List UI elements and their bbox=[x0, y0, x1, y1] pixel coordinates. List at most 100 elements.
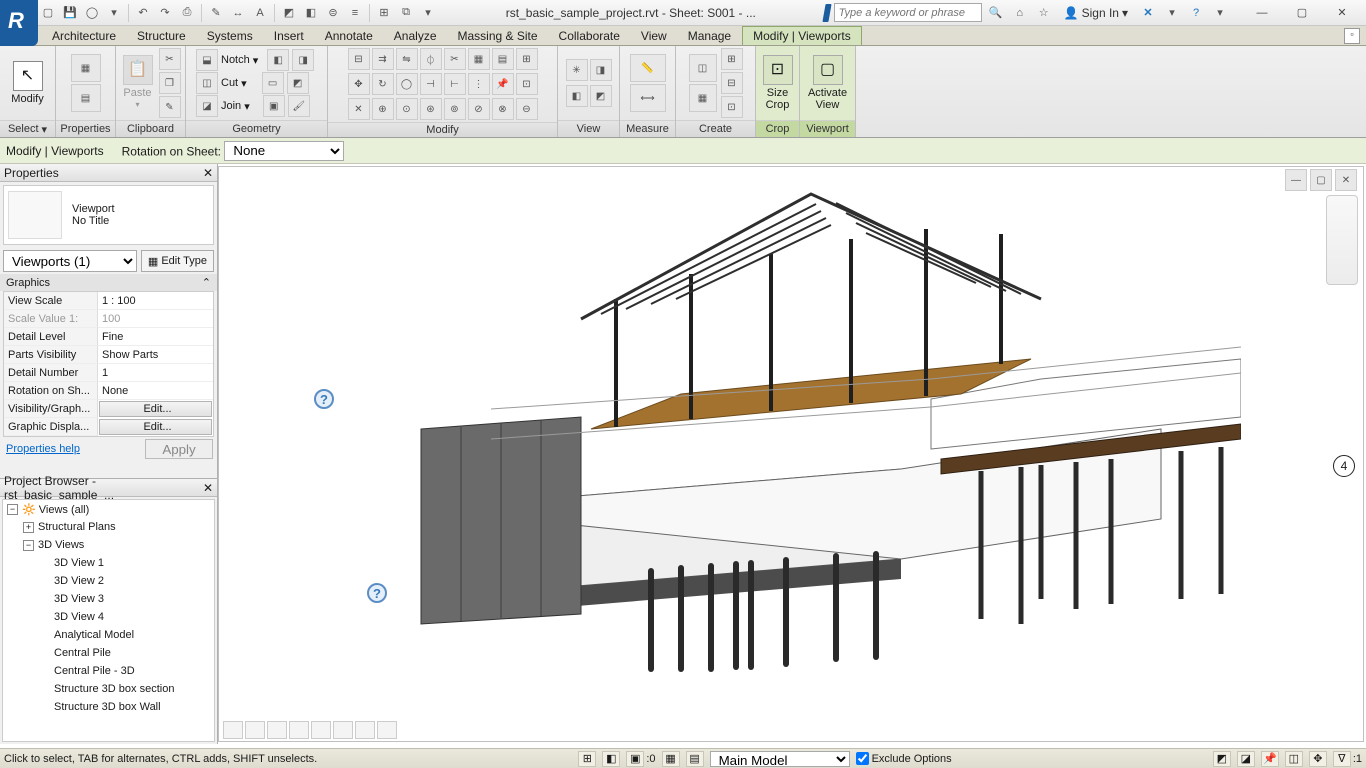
rotation-select[interactable]: None bbox=[224, 141, 344, 161]
ex5-icon[interactable]: ⊘ bbox=[468, 98, 490, 120]
prop-value[interactable]: None bbox=[98, 382, 213, 400]
unpin-icon[interactable]: ⊡ bbox=[516, 73, 538, 95]
trim-ext-icon[interactable]: ⊣ bbox=[420, 73, 442, 95]
mdi-min-icon[interactable]: — bbox=[1285, 169, 1307, 191]
filter-icon[interactable]: ∇ bbox=[1333, 751, 1351, 767]
beam-join-icon[interactable]: ▣ bbox=[263, 95, 285, 117]
expand-icon[interactable]: + bbox=[23, 522, 34, 533]
properties-top-button[interactable]: ▦ bbox=[71, 54, 101, 82]
mdi-close-icon[interactable]: ✕ bbox=[1335, 169, 1357, 191]
cut-geom-button[interactable]: ◫Cut ▾ ▭◩ bbox=[192, 73, 313, 94]
collapse-icon[interactable]: − bbox=[7, 504, 18, 515]
tree-item[interactable]: 3D View 2 bbox=[54, 575, 104, 587]
tree-item[interactable]: 3D View 4 bbox=[54, 611, 104, 623]
minimize-button[interactable]: — bbox=[1242, 2, 1282, 24]
ribbon-tab-annotate[interactable]: Annotate bbox=[315, 26, 384, 45]
v3-icon[interactable]: ◧ bbox=[566, 85, 588, 107]
crop-icon[interactable] bbox=[333, 721, 353, 739]
ribbon-tab-architecture[interactable]: Architecture bbox=[42, 26, 127, 45]
rotate-icon[interactable]: ↻ bbox=[372, 73, 394, 95]
drag-icon[interactable]: ✥ bbox=[1309, 751, 1327, 767]
design-options-icon[interactable]: ▦ bbox=[662, 751, 680, 767]
shadows-icon[interactable] bbox=[311, 721, 331, 739]
visual-style-icon[interactable] bbox=[267, 721, 287, 739]
comm-icon[interactable]: ⌂ bbox=[1010, 3, 1030, 23]
close-hidden-icon[interactable]: ⊞ bbox=[374, 3, 394, 23]
ribbon-tab-collaborate[interactable]: Collaborate bbox=[549, 26, 631, 45]
ribbon-tab-view[interactable]: View bbox=[631, 26, 678, 45]
cope-icon[interactable]: ◧ bbox=[267, 49, 289, 71]
editable-only-icon[interactable]: ◧ bbox=[602, 751, 620, 767]
paste-button[interactable]: 📋Paste▾ bbox=[121, 50, 155, 116]
trim-ext2-icon[interactable]: ⊢ bbox=[444, 73, 466, 95]
exclude-options-checkbox[interactable]: Exclude Options bbox=[856, 752, 952, 765]
copy-mod-icon[interactable]: ◯ bbox=[396, 73, 418, 95]
tree-item[interactable]: Structure 3D box section bbox=[54, 683, 174, 695]
ex6-icon[interactable]: ⊗ bbox=[492, 98, 514, 120]
wall-open-icon[interactable]: ▭ bbox=[262, 72, 284, 94]
exchange-icon[interactable]: ✕ bbox=[1138, 3, 1158, 23]
dropdown-icon[interactable]: ▾ bbox=[104, 3, 124, 23]
open-icon[interactable]: ▢ bbox=[38, 3, 58, 23]
sun-icon[interactable] bbox=[289, 721, 309, 739]
instance-selector[interactable]: Viewports (1) bbox=[3, 250, 137, 272]
prop-value[interactable]: 1 : 100 bbox=[98, 292, 213, 310]
select-count-icon[interactable]: ▣ bbox=[626, 751, 644, 767]
sel-pinned-icon[interactable]: 📌 bbox=[1261, 751, 1279, 767]
join-button[interactable]: ◪Join ▾ ▣🖌 bbox=[192, 96, 314, 117]
prop-value[interactable]: 1 bbox=[98, 364, 213, 382]
thin-lines-icon[interactable]: ≡ bbox=[345, 3, 365, 23]
undo-icon[interactable]: ↶ bbox=[133, 3, 153, 23]
notch-button[interactable]: ⬓Notch ▾ ◧◨ bbox=[192, 50, 318, 71]
ex4-icon[interactable]: ⊚ bbox=[444, 98, 466, 120]
align-icon[interactable]: ⊟ bbox=[348, 48, 370, 70]
ribbon-expand-icon[interactable]: ▫ bbox=[1344, 28, 1360, 44]
measure-button[interactable]: 📏 bbox=[630, 54, 666, 82]
ribbon-tab-manage[interactable]: Manage bbox=[678, 26, 742, 45]
design-options2-icon[interactable]: ▤ bbox=[686, 751, 704, 767]
ex7-icon[interactable]: ⊖ bbox=[516, 98, 538, 120]
tree-item[interactable]: 🔆 Views (all) bbox=[22, 503, 89, 516]
split-gap-icon[interactable]: ⋮ bbox=[468, 73, 490, 95]
ribbon-tab-massing-site[interactable]: Massing & Site bbox=[448, 26, 549, 45]
level-bubble[interactable]: 4 bbox=[1333, 455, 1355, 477]
tree-item[interactable]: Central Pile - 3D bbox=[54, 665, 135, 677]
close-icon[interactable]: ✕ bbox=[203, 166, 213, 180]
prop-value[interactable]: Fine bbox=[98, 328, 213, 346]
dimension-button[interactable]: ⟷ bbox=[630, 84, 666, 112]
copy-icon[interactable]: ❐ bbox=[159, 72, 181, 94]
family-icon[interactable]: ▦ bbox=[689, 84, 717, 112]
signin-button[interactable]: 👤Sign In▾ bbox=[1058, 6, 1134, 20]
activate-view-button[interactable]: ▢Activate View bbox=[806, 50, 849, 116]
move-icon[interactable]: ✥ bbox=[348, 73, 370, 95]
ribbon-tab-structure[interactable]: Structure bbox=[127, 26, 197, 45]
scale-icon[interactable]: ▤ bbox=[492, 48, 514, 70]
properties-help-link[interactable]: Properties help bbox=[0, 440, 86, 458]
type-preview[interactable]: ViewportNo Title bbox=[3, 185, 214, 245]
edit-type-button[interactable]: ▦ Edit Type bbox=[141, 250, 214, 272]
measure-icon[interactable]: ✎ bbox=[206, 3, 226, 23]
detail-icon[interactable] bbox=[245, 721, 265, 739]
props-group-label[interactable]: Graphics bbox=[6, 277, 50, 289]
ex1-icon[interactable]: ⊕ bbox=[372, 98, 394, 120]
help-icon[interactable]: ? bbox=[1186, 3, 1206, 23]
cut-icon[interactable]: ✂ bbox=[159, 48, 181, 70]
ex2-icon[interactable]: ⊙ bbox=[396, 98, 418, 120]
tree-item[interactable]: Structure 3D box Wall bbox=[54, 701, 161, 713]
prop-value[interactable]: 100 bbox=[98, 310, 213, 328]
ribbon-tab-systems[interactable]: Systems bbox=[197, 26, 264, 45]
modify-tool-button[interactable]: ↖Modify bbox=[7, 50, 49, 116]
section-icon[interactable]: ◧ bbox=[301, 3, 321, 23]
close-icon[interactable]: ✕ bbox=[203, 481, 213, 495]
switch-win-icon[interactable]: ⧉ bbox=[396, 3, 416, 23]
hide-icon[interactable] bbox=[355, 721, 375, 739]
callout-icon[interactable]: ⊜ bbox=[323, 3, 343, 23]
offset-icon[interactable]: ⇉ bbox=[372, 48, 394, 70]
chevron-up-icon[interactable]: ⌃ bbox=[202, 276, 211, 289]
ribbon-tab-analyze[interactable]: Analyze bbox=[384, 26, 448, 45]
drawing-canvas[interactable]: — ▢ ✕ 4 ? ? bbox=[218, 166, 1364, 742]
tree-item[interactable]: 3D Views bbox=[38, 539, 84, 551]
apply-button[interactable]: Apply bbox=[145, 439, 213, 459]
sel-face-icon[interactable]: ◫ bbox=[1285, 751, 1303, 767]
sync-icon[interactable]: ◯ bbox=[82, 3, 102, 23]
